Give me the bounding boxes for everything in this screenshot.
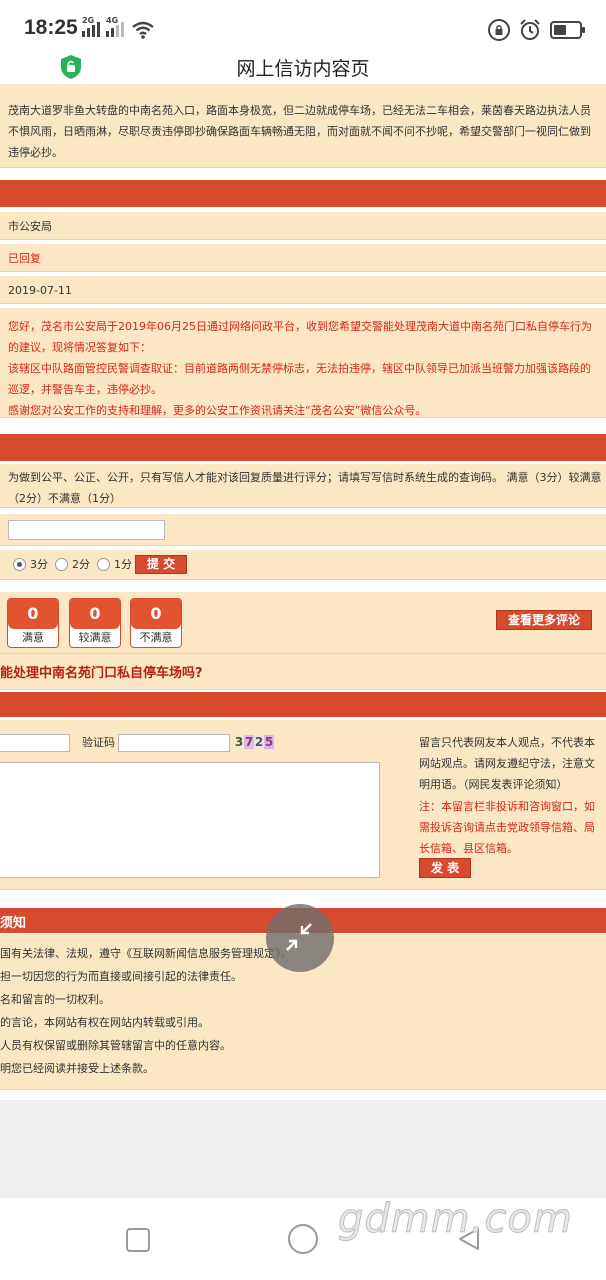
score-unsatisfied-label: 不满意 (139, 631, 173, 644)
reply-status: 已回复 (8, 252, 41, 265)
score-fairly-satisfied-label: 较满意 (78, 631, 112, 644)
exit-fullscreen-button[interactable] (266, 904, 334, 972)
wifi-icon (132, 21, 154, 39)
rating-header-bar (0, 434, 606, 461)
comment-textarea[interactable] (0, 762, 380, 878)
topic-title: 能处理中南名苑门口私自停车场吗? (0, 666, 203, 681)
comment-notice: 注：本留言栏非投诉和咨询窗口，如需投诉咨询请点击党政领导信箱、局长信箱、县区信箱… (419, 800, 595, 855)
collapse-arrows-icon (286, 923, 312, 951)
date-row: 2019-07-11 (0, 276, 606, 304)
status-bar: 18:25 2G 4G (0, 0, 606, 50)
sim1-label: 2G (82, 16, 95, 25)
reply-content-panel: 您好，茂名市公安局于2019年06月25日通过网络问政平台，收到您希望交警能处理… (0, 308, 606, 418)
rules-header: 须知 (0, 916, 27, 931)
app-header: 网上信访内容页 (0, 50, 606, 84)
reply-content: 您好，茂名市公安局于2019年06月25日通过网络问政平台，收到您希望交警能处理… (8, 316, 600, 421)
rule-item: 的言论，本网站有权在网站内转载或引用。 (0, 1016, 209, 1029)
rating-option-1-label: 1分 (114, 558, 132, 571)
score-fairly-satisfied: 0 较满意 (69, 598, 121, 648)
scores-panel: 0 满意 0 较满意 0 不满意 查看更多评论 (0, 592, 606, 654)
recent-apps-button[interactable] (126, 1228, 150, 1252)
footer-blank (0, 1100, 606, 1198)
score-fairly-satisfied-count: 0 (70, 599, 120, 629)
reply-line-2: 该辖区中队路面管控民警调查取证：目前道路两侧无禁停标志，无法拍违停，辖区中队领导… (8, 362, 591, 396)
captcha-char-1: 3 (234, 735, 244, 749)
captcha-char-3: 2 (254, 735, 264, 749)
post-comment-button[interactable]: 发 表 (419, 858, 471, 878)
score-satisfied-count: 0 (8, 599, 58, 629)
captcha-input[interactable] (118, 734, 230, 752)
rating-radio-1[interactable] (97, 558, 110, 571)
captcha-char-4: 5 (264, 735, 274, 749)
letter-content: 茂南大道罗非鱼大转盘的中南名苑入口，路面本身极宽，但二边就成停车场，已经无法二车… (8, 104, 591, 159)
signal-sim1-icon: 2G (82, 16, 100, 37)
alarm-icon (520, 19, 540, 40)
department-row: 市公安局 (0, 212, 606, 240)
signal-sim2-icon: 4G (106, 16, 124, 37)
reply-date: 2019-07-11 (8, 284, 72, 297)
rating-radio-2[interactable] (55, 558, 68, 571)
score-satisfied-label: 满意 (22, 631, 44, 644)
rating-option-3-label: 3分 (30, 558, 48, 571)
rating-option-2-label: 2分 (72, 558, 90, 571)
comment-header-bar (0, 692, 606, 717)
lock-rotation-icon (488, 19, 510, 41)
rating-options-row: 3分 2分 1分 提 交 (0, 550, 606, 580)
page-title: 网上信访内容页 (236, 58, 370, 80)
reply-line-3: 感谢您对公安工作的支持和理解，更多的公安工作资讯请关注“茂名公安”微信公众号。 (8, 404, 427, 417)
rule-item: 名和留言的一切权利。 (0, 993, 110, 1006)
score-unsatisfied: 0 不满意 (130, 598, 182, 648)
topic-title-row: 能处理中南名苑门口私自停车场吗? (0, 654, 606, 690)
reply-department: 市公安局 (8, 220, 52, 233)
watermark: gdmm.com (338, 1196, 573, 1243)
battery-icon (550, 21, 585, 39)
captcha-char-2: 7 (244, 735, 254, 749)
reply-header-bar (0, 180, 606, 207)
score-unsatisfied-count: 0 (131, 599, 181, 629)
home-button[interactable] (288, 1224, 318, 1254)
rating-submit-button[interactable]: 提 交 (135, 555, 187, 574)
rule-item: 人员有权保留或删除其管辖留言中的任意内容。 (0, 1039, 231, 1052)
captcha-image[interactable]: 3 7 2 5 (234, 735, 274, 749)
rating-instructions-panel: 为做到公平、公正、公开，只有写信人才能对该回复质量进行评分；请填写写信时系统生成… (0, 464, 606, 508)
comment-disclaimer: 留言只代表网友本人观点，不代表本网站观点。请网友遵纪守法，注意文明用语。（网民发… (419, 736, 595, 791)
rating-instructions: 为做到公平、公正、公开，只有写信人才能对该回复质量进行评分；请填写写信时系统生成… (8, 471, 602, 505)
score-satisfied: 0 满意 (7, 598, 59, 648)
rating-radio-3[interactable] (13, 558, 26, 571)
captcha-label: 验证码 (82, 736, 115, 749)
rule-item: 明您已经阅读并接受上述条款。 (0, 1062, 154, 1075)
status-row: 已回复 (0, 244, 606, 272)
sim2-label: 4G (106, 16, 119, 25)
comment-form-panel: 验证码 3 7 2 5 留言只代表网友本人观点，不代表本网站观点。请网友遵纪守法… (0, 720, 606, 890)
nickname-input[interactable] (0, 734, 70, 752)
letter-content-panel: 茂南大道罗非鱼大转盘的中南名苑入口，路面本身极宽，但二边就成停车场，已经无法二车… (0, 84, 606, 168)
more-comments-button[interactable]: 查看更多评论 (496, 610, 592, 630)
query-code-row (0, 514, 606, 546)
reply-line-1: 您好，茂名市公安局于2019年06月25日通过网络问政平台，收到您希望交警能处理… (8, 320, 592, 354)
query-code-input[interactable] (8, 520, 165, 540)
status-time: 18:25 (24, 16, 78, 39)
